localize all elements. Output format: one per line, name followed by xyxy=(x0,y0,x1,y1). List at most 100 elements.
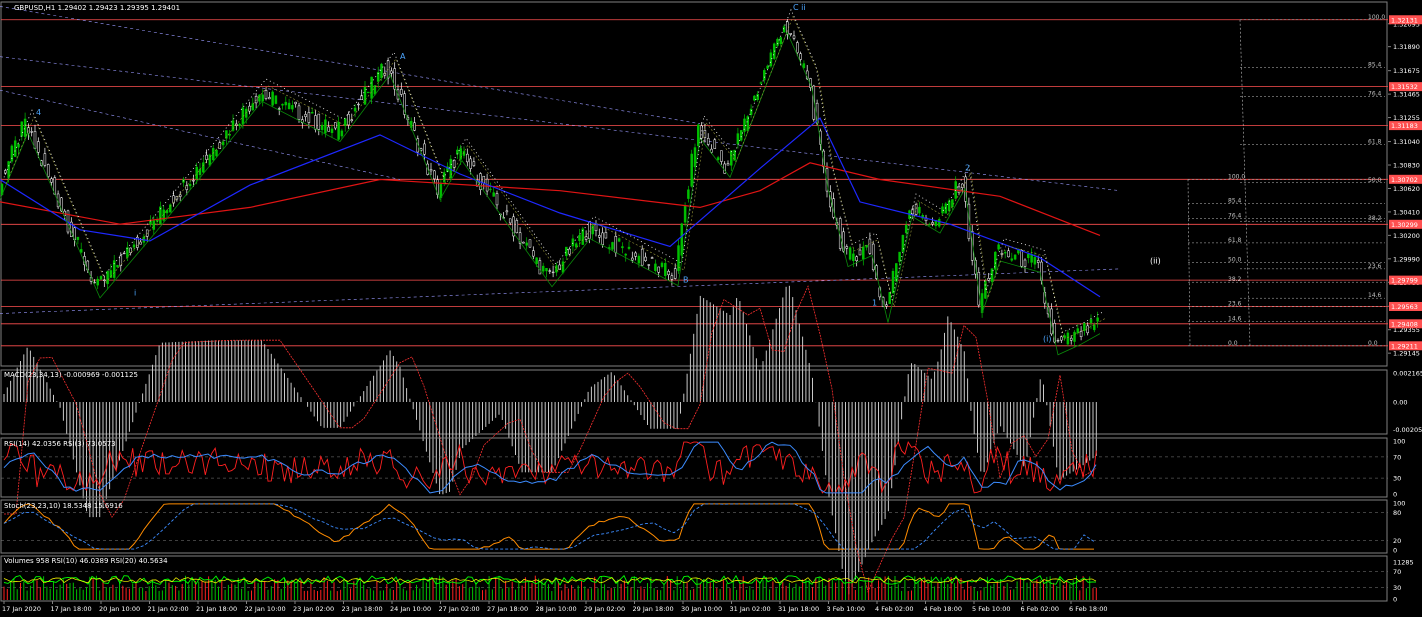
fib2-level-label: 23.6 xyxy=(1228,301,1242,308)
trading-chart[interactable]: 1.320951.318901.316751.314651.312551.310… xyxy=(0,0,1422,617)
candle-body xyxy=(1063,335,1066,339)
candle-body xyxy=(99,276,103,280)
candle-body xyxy=(340,130,344,137)
candle-body xyxy=(611,242,614,250)
candle-body xyxy=(657,266,660,273)
volume-title: Volumes 958 RSI(10) 46.0389 RSI(20) 40.5… xyxy=(4,557,168,565)
rsi-panel[interactable]: 100 70 30 0 xyxy=(0,437,1405,499)
price-panel[interactable]: 1.320951.318901.316751.314651.312551.310… xyxy=(0,1,1422,367)
candle-body xyxy=(1020,250,1023,267)
candle-body xyxy=(700,125,703,139)
vol-tick-label: 0 xyxy=(1393,596,1397,604)
candle-body xyxy=(957,186,961,193)
candle-body xyxy=(578,235,581,241)
candle-body xyxy=(221,141,225,146)
candle-body xyxy=(307,112,311,123)
time-tick-label: 23 Jan 02:00 xyxy=(293,605,334,613)
time-tick-label: 29 Jan 02:00 xyxy=(584,605,625,613)
osc-tick-label: 0 xyxy=(1393,547,1397,555)
candle-body xyxy=(604,232,608,239)
candle-body xyxy=(1086,325,1089,334)
candle-body xyxy=(667,271,670,276)
candle-body xyxy=(548,270,552,272)
candle-body xyxy=(357,103,360,106)
price-tick-label: 1.31465 xyxy=(1393,91,1420,99)
macd-tick-label: 0.002165 xyxy=(1393,370,1422,378)
candle-body xyxy=(730,150,733,166)
candle-body xyxy=(20,121,24,137)
osc-tick-label: 100 xyxy=(1393,500,1405,508)
candle-body xyxy=(320,124,324,130)
candle-body xyxy=(37,141,40,153)
price-level-label: 1.31532 xyxy=(1391,83,1418,91)
time-tick-label: 31 Jan 02:00 xyxy=(730,605,771,613)
candle-body xyxy=(271,91,274,106)
stoch-panel[interactable]: 10080 20 0 xyxy=(0,499,1405,555)
time-tick-label: 27 Jan 02:00 xyxy=(439,605,480,613)
time-tick-label: 27 Jan 18:00 xyxy=(487,605,528,613)
candle-body xyxy=(304,114,307,118)
candle-body xyxy=(297,105,301,120)
candle-body xyxy=(314,115,317,130)
candle-body xyxy=(17,144,20,148)
volume-panel[interactable]: 11285 70 30 0 xyxy=(0,555,1414,604)
time-tick-label: 17 Jan 18:00 xyxy=(51,605,92,613)
macd-panel[interactable]: 0.0021650.00-0.002053 xyxy=(0,285,1422,595)
candle-body xyxy=(792,35,796,39)
candle-body xyxy=(30,131,33,133)
candle-body xyxy=(749,108,753,115)
fib-level-label: 100.0 xyxy=(1368,14,1385,21)
candle-body xyxy=(165,210,169,214)
candle-body xyxy=(522,241,525,244)
candle-body xyxy=(152,220,156,230)
candle-body xyxy=(895,263,898,282)
stoch-title: Stoch(23,23,10) 18.5348 15.6916 xyxy=(4,502,123,510)
macd-signal-line xyxy=(4,285,1097,593)
candle-body xyxy=(1023,259,1027,267)
fib2-level-label: 38.2 xyxy=(1228,276,1242,283)
candle-body xyxy=(680,223,684,256)
candle-body xyxy=(796,42,799,54)
stoch-main-line xyxy=(3,503,1094,550)
candle-body xyxy=(188,184,192,187)
candle-body xyxy=(515,220,519,234)
candle-body xyxy=(1093,324,1096,331)
candle-body xyxy=(268,97,271,100)
candle-body xyxy=(789,33,792,35)
candle-body xyxy=(581,228,585,245)
candle-body xyxy=(215,149,218,157)
candle-body xyxy=(766,65,769,69)
candle-body xyxy=(855,256,858,261)
candle-body xyxy=(584,236,588,240)
candle-body xyxy=(650,257,654,259)
rsi-slow-line xyxy=(3,441,1097,494)
candle-body xyxy=(46,164,50,177)
candle-body xyxy=(753,95,756,101)
wave-label: i xyxy=(134,289,136,298)
price-level-label: 1.29408 xyxy=(1391,320,1418,328)
wave-label: 2 xyxy=(965,164,970,173)
candle-body xyxy=(482,175,486,184)
candle-body xyxy=(891,270,895,294)
candle-body xyxy=(1013,254,1017,260)
time-tick-label: 20 Jan 10:00 xyxy=(99,605,140,613)
macd-tick-label: -0.002053 xyxy=(1393,426,1422,434)
candle-body xyxy=(185,185,189,190)
ma-short-line-2 xyxy=(5,15,1107,340)
candle-body xyxy=(291,105,294,110)
candle-body xyxy=(898,251,901,262)
candle-body xyxy=(198,169,202,175)
candle-body xyxy=(1030,254,1033,263)
candle-body xyxy=(931,222,934,225)
candle-body xyxy=(706,138,710,145)
wave-label: (ii) xyxy=(1150,256,1161,265)
candle-body xyxy=(904,225,908,234)
fib2-level-label: 100.0 xyxy=(1228,173,1245,180)
candle-body xyxy=(621,246,624,249)
candle-body xyxy=(112,260,116,278)
price-level-label: 1.32131 xyxy=(1391,16,1418,24)
candle-body xyxy=(400,88,403,95)
candle-body xyxy=(739,130,743,141)
osc-tick-label: 0 xyxy=(1393,491,1397,499)
candle-body xyxy=(670,275,674,280)
